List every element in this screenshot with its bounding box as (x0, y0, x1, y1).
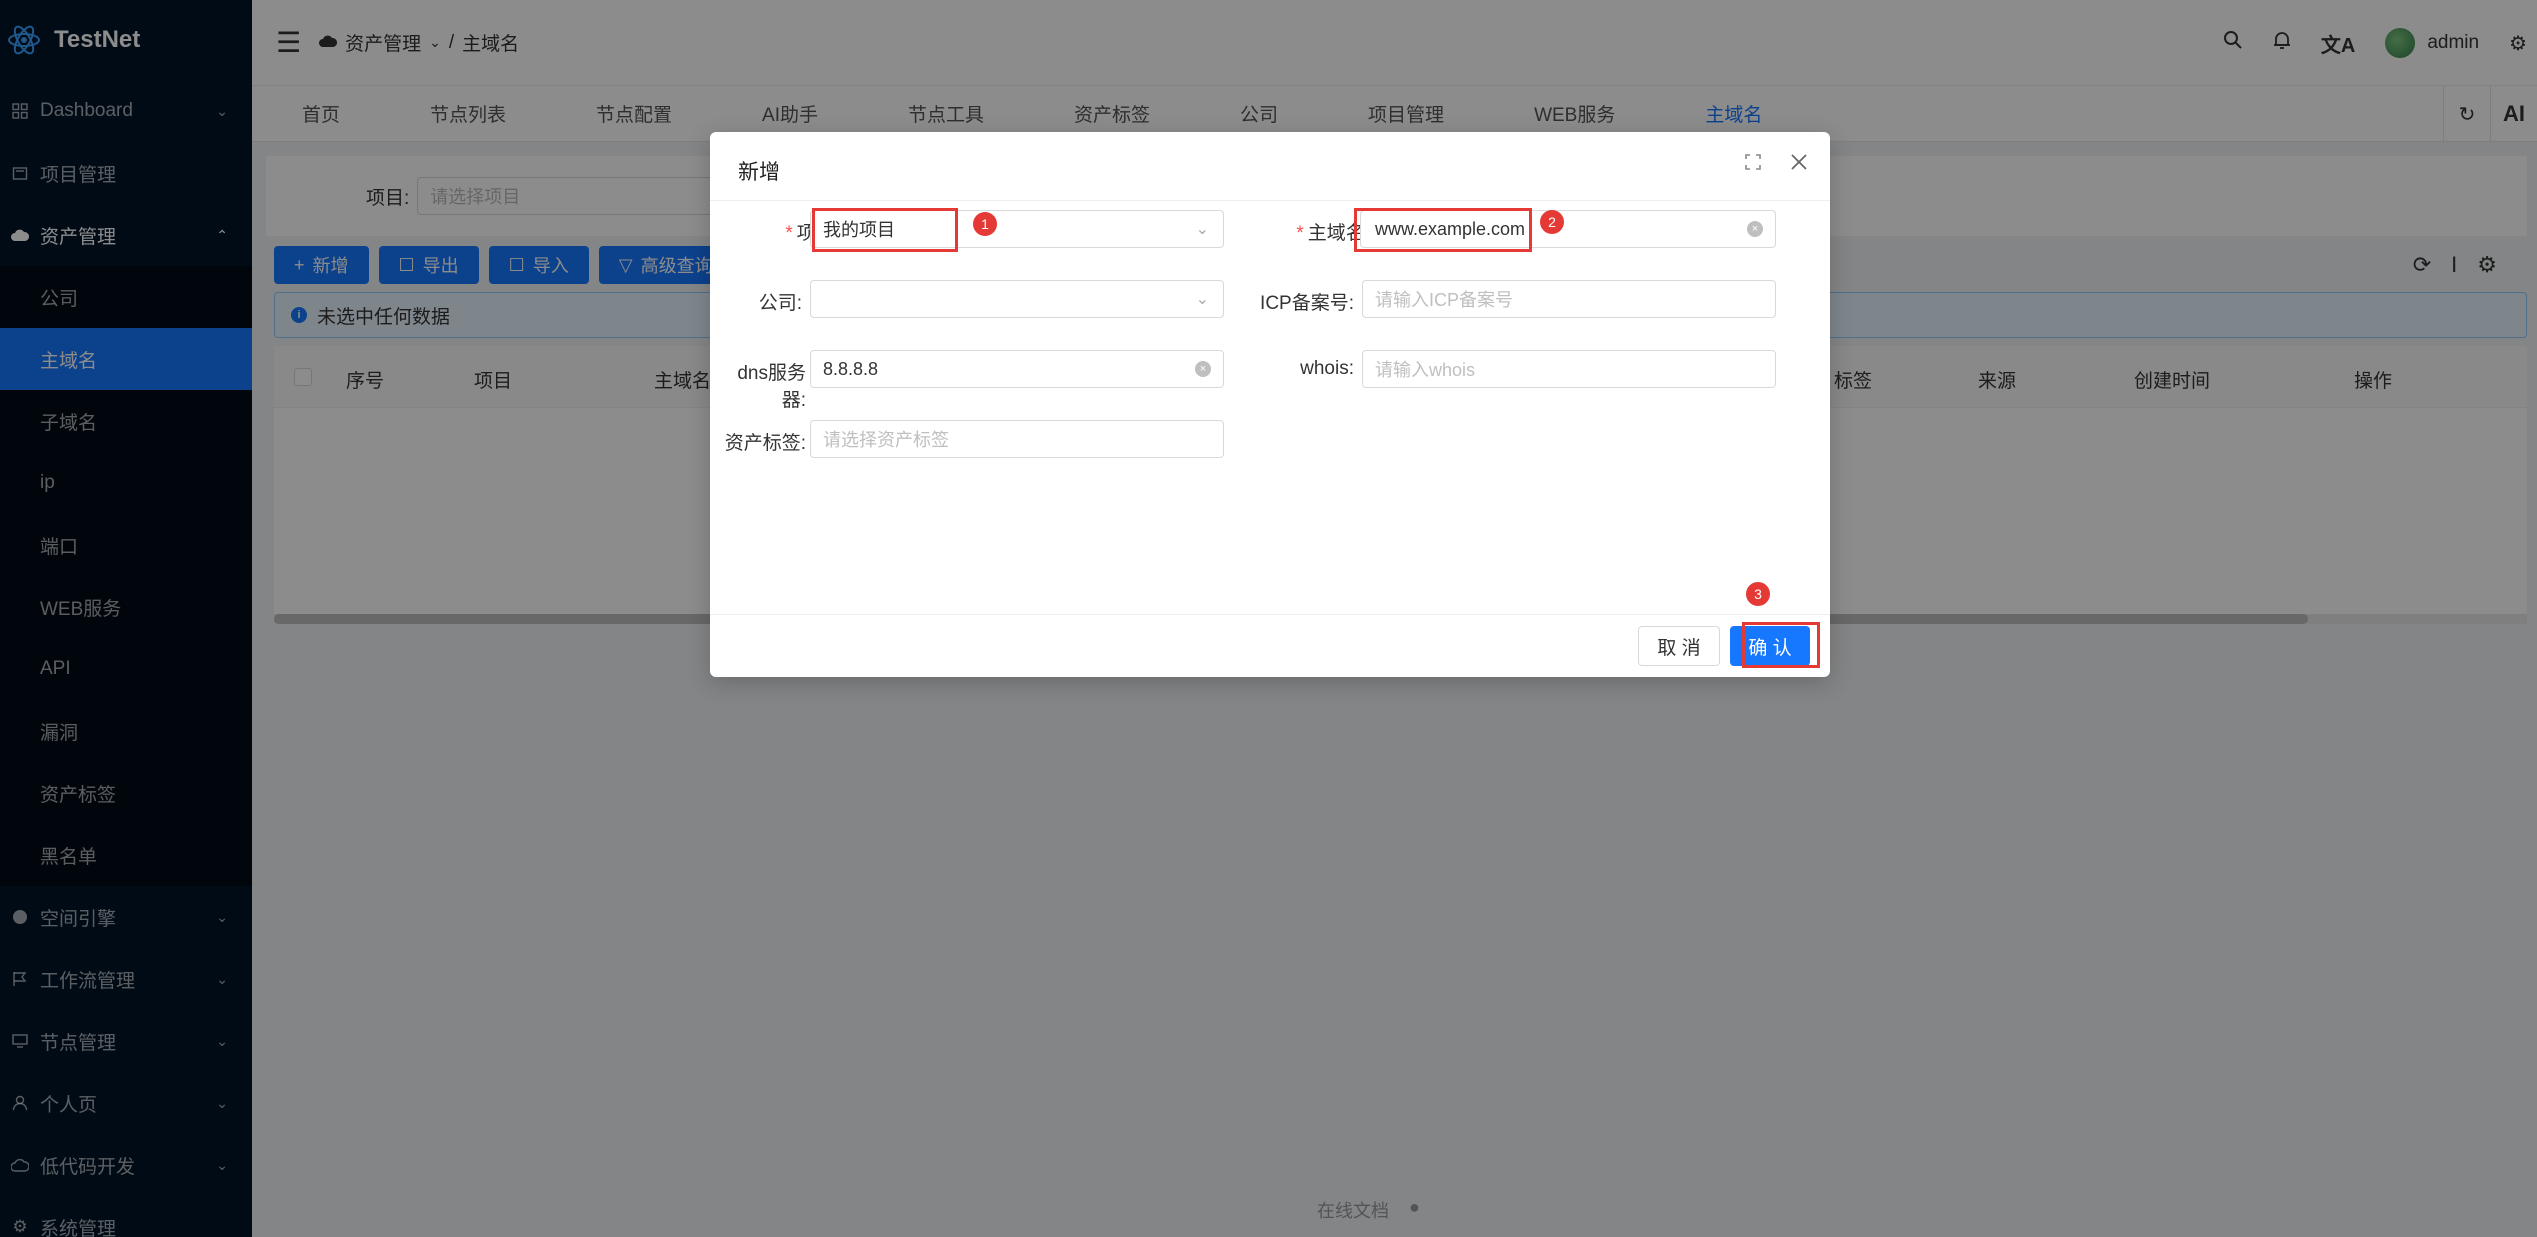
company-label: 公司: (758, 293, 802, 314)
highlight-box (1742, 622, 1820, 668)
chevron-down-icon: ⌄ (1195, 291, 1209, 308)
icp-input[interactable]: 请输入ICP备案号 (1362, 280, 1776, 318)
cancel-button[interactable]: 取 消 (1638, 626, 1720, 666)
asset-tags-select[interactable]: 请选择资产标签 (810, 420, 1224, 458)
required-mark: * (1296, 223, 1304, 244)
modal-header-actions (1744, 150, 1808, 178)
asset-tags-label: 资产标签: (724, 433, 806, 454)
dns-input[interactable]: 8.8.8.8 × (810, 350, 1224, 388)
add-domain-modal: 新增 *项目: 我的项目 ⌄ 1 *主域名: www.example.com ×… (710, 132, 1830, 677)
clear-icon[interactable]: × (1195, 361, 1211, 377)
divider (710, 200, 1830, 201)
highlight-box (1354, 208, 1532, 252)
highlight-box (812, 208, 958, 252)
close-icon[interactable] (1790, 150, 1808, 178)
fullscreen-icon[interactable] (1744, 150, 1762, 178)
clear-icon[interactable]: × (1747, 221, 1763, 237)
chevron-down-icon: ⌄ (1195, 221, 1209, 238)
annotation-badge: 1 (973, 212, 997, 236)
modal-title: 新增 (738, 161, 780, 184)
divider (710, 614, 1830, 615)
whois-label: whois: (1300, 358, 1354, 379)
whois-input[interactable]: 请输入whois (1362, 350, 1776, 388)
dns-label: dns服务器: (737, 363, 806, 411)
company-select[interactable]: ⌄ (810, 280, 1224, 318)
annotation-badge: 2 (1540, 210, 1564, 234)
required-mark: * (785, 223, 793, 244)
icp-label: ICP备案号: (1260, 293, 1354, 314)
annotation-badge: 3 (1746, 582, 1770, 606)
